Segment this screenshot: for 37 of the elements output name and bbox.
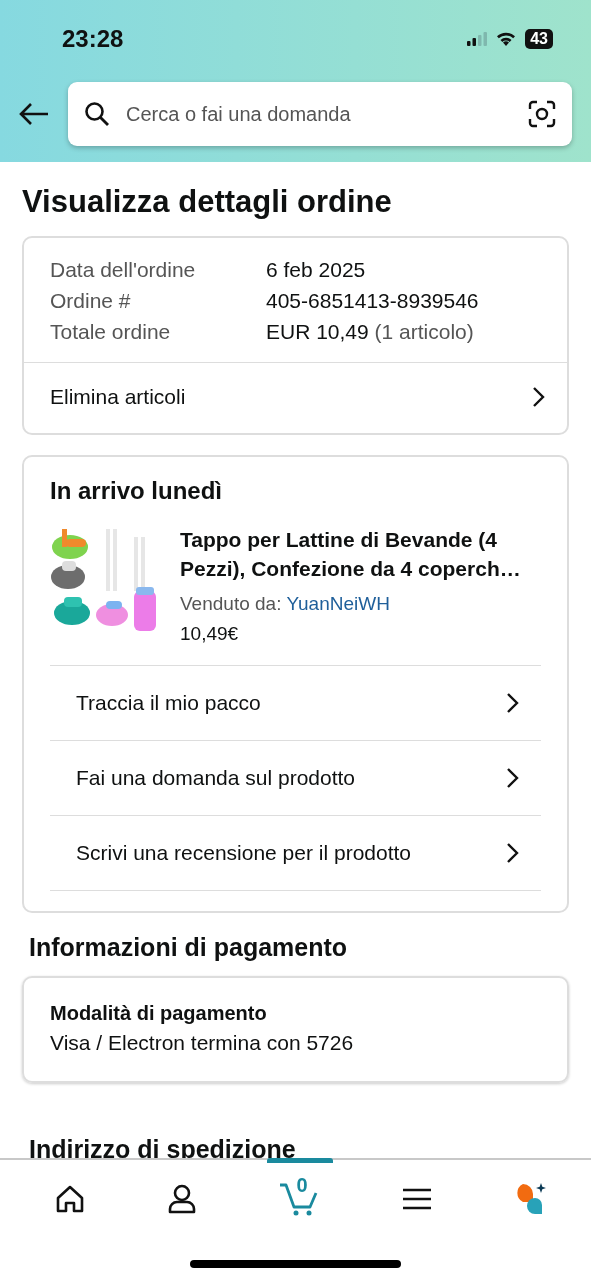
menu-icon: [401, 1186, 432, 1211]
signal-icon: [467, 32, 488, 46]
chevron-right-icon: [505, 767, 519, 789]
chevron-right-icon: [505, 692, 519, 714]
summary-value: EUR 10,49 (1 articolo): [266, 320, 474, 344]
seller-label: Venduto da:: [180, 593, 282, 614]
product-price: 10,49€: [180, 623, 240, 645]
summary-label: Ordine #: [50, 289, 132, 313]
action-link[interactable]: Traccia il mio pacco: [50, 666, 541, 741]
page-title: Visualizza dettagli ordine: [22, 184, 393, 220]
home-icon: [55, 1184, 85, 1213]
cart-count: 0: [296, 1173, 308, 1197]
search-bar[interactable]: Cerca o fai una domanda: [68, 82, 572, 146]
action-link[interactable]: Scrivi una recensione per il prodotto: [50, 816, 541, 891]
summary-value: 6 feb 2025: [266, 258, 366, 282]
delete-items-link[interactable]: Elimina articoli: [24, 362, 567, 433]
back-arrow-icon[interactable]: [18, 102, 50, 126]
summary-label: Data dell'ordine: [50, 258, 197, 282]
cart-tab[interactable]: 0: [266, 1158, 333, 1234]
search-icon: [84, 101, 110, 127]
action-link[interactable]: Fai una domanda sul prodotto: [50, 741, 541, 816]
wifi-icon: [496, 32, 517, 46]
person-icon: [168, 1183, 197, 1214]
delivery-heading: In arrivo lunedì: [50, 477, 224, 505]
product-title[interactable]: Tappo per Lattine di Bevande (4 Pezzi), Confezione da 4 coperch…: [180, 525, 541, 583]
battery-icon: 43: [525, 29, 553, 49]
payment-heading: Informazioni di pagamento: [29, 933, 349, 962]
chevron-right-icon: [531, 386, 545, 408]
summary-label: Totale ordine: [50, 320, 172, 344]
camera-icon[interactable]: [528, 100, 556, 128]
payment-method-label: Modalità di pagamento: [50, 1002, 268, 1025]
chevron-right-icon: [505, 842, 519, 864]
payment-method: Visa / Electron termina con 5726: [50, 1031, 355, 1055]
status-time: 23:28: [62, 25, 124, 53]
seller-link[interactable]: YuanNeiWH: [286, 593, 390, 614]
search-field[interactable]: Cerca o fai una domanda: [124, 101, 514, 127]
summary-value: 405-6851413-8939546: [266, 289, 479, 313]
